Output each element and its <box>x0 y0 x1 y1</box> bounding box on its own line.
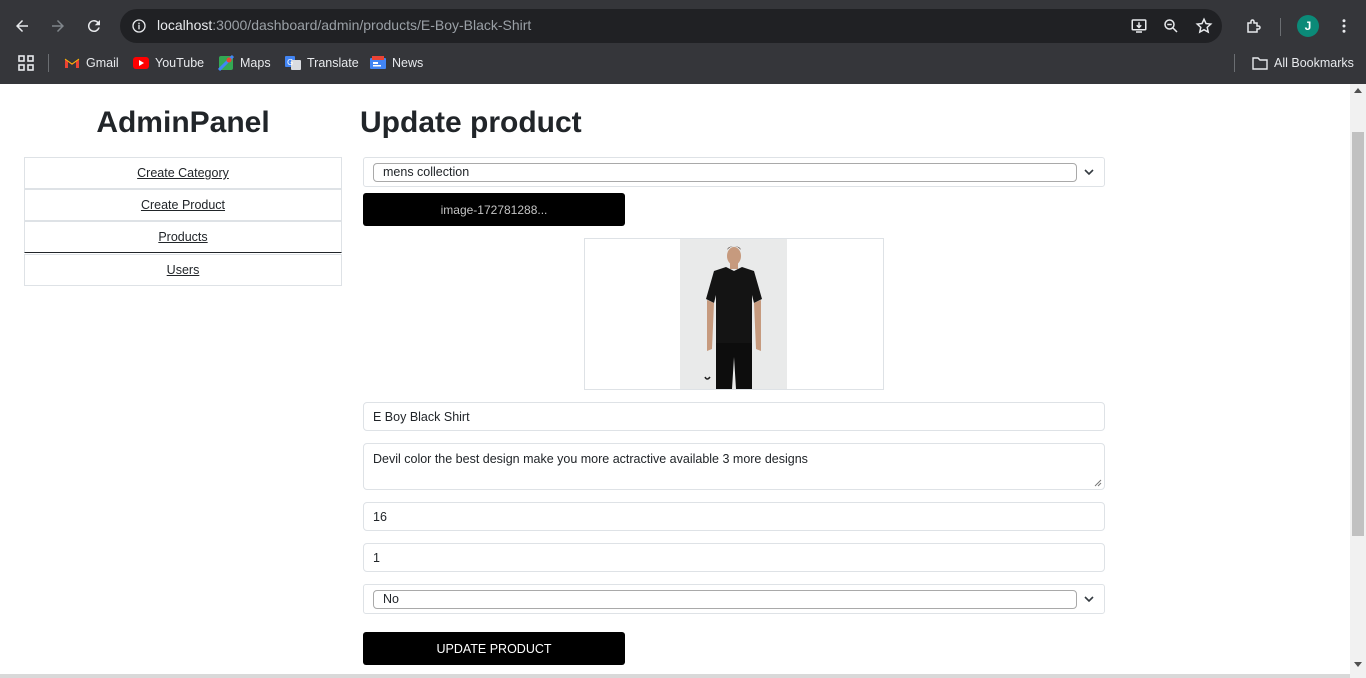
all-bookmarks-label: All Bookmarks <box>1274 56 1354 70</box>
folder-icon <box>1252 55 1268 71</box>
resize-grip-icon[interactable] <box>1094 479 1102 487</box>
youtube-icon <box>133 55 149 71</box>
url-host: localhost <box>157 17 213 33</box>
sidebar-item-create-product[interactable]: Create Product <box>24 189 342 221</box>
bookmark-label: News <box>392 56 424 70</box>
browser-chrome: localhost:3000/dashboard/admin/products/… <box>0 0 1366 84</box>
zoom-icon[interactable] <box>1161 16 1181 36</box>
url-text[interactable]: localhost:3000/dashboard/admin/products/… <box>157 17 531 33</box>
page-content: AdminPanel Create Category Create Produc… <box>0 84 1350 678</box>
bookmark-label: YouTube <box>155 56 205 70</box>
bookmark-news[interactable]: News <box>370 53 423 73</box>
product-photo <box>680 239 787 389</box>
chevron-down-icon[interactable] <box>1082 592 1096 606</box>
bookmark-star-icon[interactable] <box>1194 16 1214 36</box>
arrow-left-icon <box>16 20 28 32</box>
sidebar-item-create-category[interactable]: Create Category <box>24 157 342 189</box>
sidebar-item-products[interactable]: Products <box>24 221 342 253</box>
category-select-value[interactable]: mens collection <box>373 163 1077 182</box>
category-select[interactable]: mens collection <box>363 157 1105 187</box>
back-button[interactable] <box>8 12 36 40</box>
update-product-button[interactable]: UPDATE PRODUCT <box>363 632 625 665</box>
upload-photo-button[interactable]: image-172781288... <box>363 193 625 226</box>
browser-toolbar: localhost:3000/dashboard/admin/products/… <box>0 8 1366 44</box>
vertical-scrollbar[interactable] <box>1350 84 1366 678</box>
scroll-up-arrow-icon[interactable] <box>1354 88 1362 93</box>
chevron-down-icon[interactable] <box>1082 165 1096 179</box>
description-text: Devil color the best design make you mor… <box>373 452 808 466</box>
sidebar-item-users[interactable]: Users <box>24 254 342 286</box>
bookmarks-divider <box>48 54 49 72</box>
admin-panel-title: AdminPanel <box>96 106 270 139</box>
menu-button[interactable] <box>1330 12 1358 40</box>
reload-icon <box>87 20 100 33</box>
product-quantity-input[interactable]: 1 <box>363 543 1105 572</box>
bookmark-maps[interactable]: Maps <box>218 53 271 73</box>
shipping-select[interactable]: No <box>363 584 1105 614</box>
scroll-down-arrow-icon[interactable] <box>1354 662 1362 667</box>
bookmark-gmail[interactable]: Gmail <box>64 53 119 73</box>
puzzle-icon <box>1247 19 1261 33</box>
extensions-button[interactable] <box>1240 12 1268 40</box>
reload-button[interactable] <box>80 12 108 40</box>
bookmark-youtube[interactable]: YouTube <box>133 53 204 73</box>
maps-icon <box>218 55 234 71</box>
product-image-preview <box>584 238 884 390</box>
gmail-icon <box>64 55 80 71</box>
more-vert-icon <box>1342 19 1346 33</box>
site-info-icon[interactable] <box>128 15 150 37</box>
bookmarks-divider-right <box>1234 54 1235 72</box>
toolbar-divider <box>1280 18 1281 36</box>
scrollbar-thumb[interactable] <box>1352 132 1364 536</box>
bookmarks-bar: Gmail YouTube Maps G Translate News All … <box>0 50 1366 76</box>
shipping-select-value[interactable]: No <box>373 590 1077 609</box>
bookmark-label: Gmail <box>86 56 119 70</box>
translate-icon: G <box>285 55 301 71</box>
product-price-input[interactable]: 16 <box>363 502 1105 531</box>
bookmark-label: Translate <box>307 56 359 70</box>
arrow-right-icon <box>52 20 64 32</box>
news-icon <box>370 55 386 71</box>
page-title: Update product <box>360 106 582 139</box>
bookmark-translate[interactable]: G Translate <box>285 53 359 73</box>
bookmark-label: Maps <box>240 56 271 70</box>
apps-icon[interactable] <box>18 53 34 73</box>
product-name-input[interactable]: E Boy Black Shirt <box>363 402 1105 431</box>
all-bookmarks-button[interactable]: All Bookmarks <box>1252 53 1354 73</box>
forward-button[interactable] <box>44 12 72 40</box>
address-bar[interactable]: localhost:3000/dashboard/admin/products/… <box>120 9 1222 43</box>
horizontal-scrollbar[interactable] <box>0 674 1350 678</box>
url-path: :3000/dashboard/admin/products/E-Boy-Bla… <box>212 17 532 33</box>
svg-text:G: G <box>287 58 293 67</box>
profile-avatar[interactable]: J <box>1297 15 1319 37</box>
install-app-icon[interactable] <box>1129 16 1149 36</box>
product-description-textarea[interactable]: Devil color the best design make you mor… <box>363 443 1105 490</box>
